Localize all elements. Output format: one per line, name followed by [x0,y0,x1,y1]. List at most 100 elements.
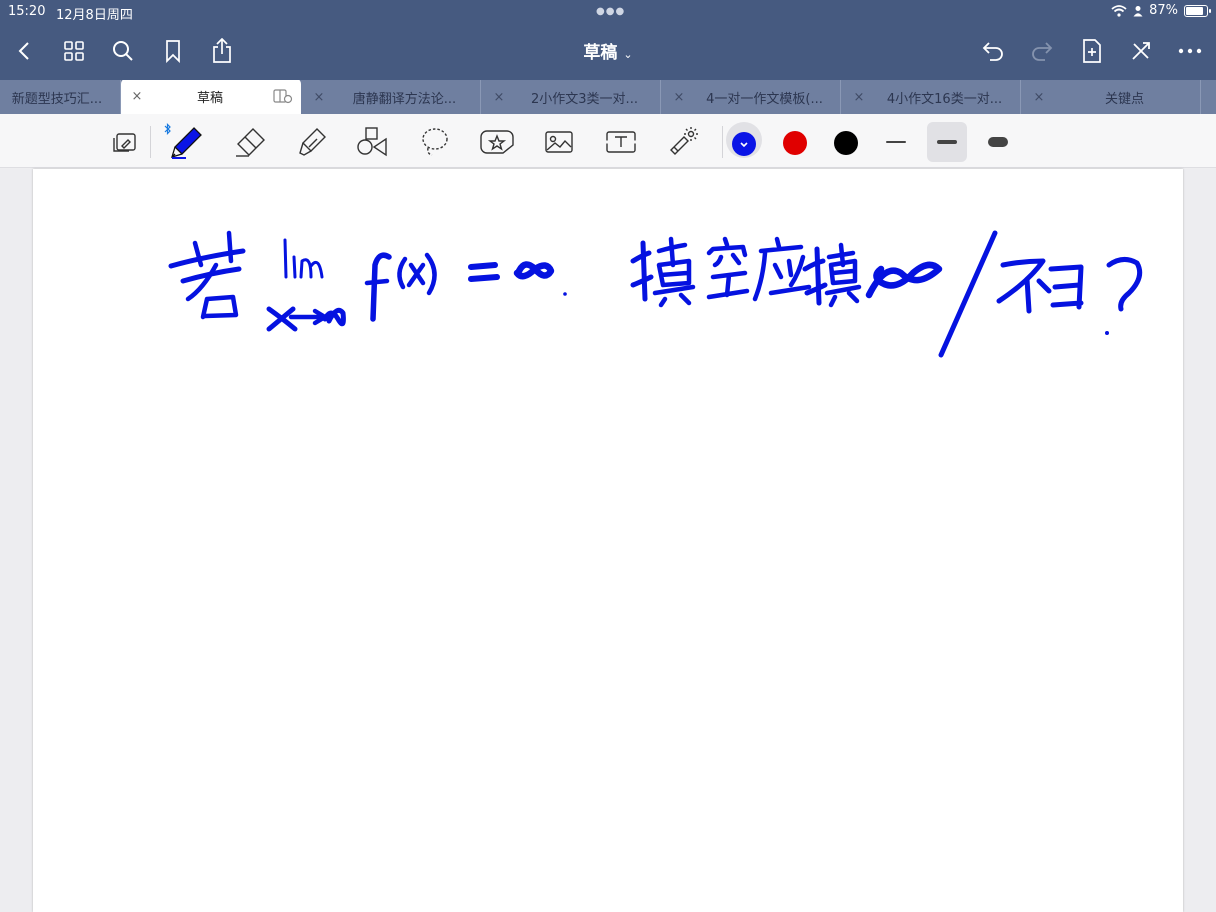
ink-stroke-tian [630,240,654,302]
laser-pointer-tool[interactable] [665,124,701,160]
ink-stroke-fx [364,278,390,286]
stroke-width-thin[interactable] [876,122,916,162]
tab-label: 草稿 [196,90,223,106]
add-page-icon [1083,39,1101,63]
highlighter-icon [299,128,326,156]
chevron-down-icon: ⌄ [623,48,633,61]
ink-stroke-ruo [200,294,239,320]
ink-stroke-question-dot [1105,331,1109,335]
tab-label: 2小作文3类一对... [531,91,638,107]
tab-bar: 新题型技巧汇... × 草稿 × 唐静翻译方法论... × 2小作文3类一对..… [0,80,1216,114]
sticker-tool[interactable] [479,124,515,160]
ink-stroke-tian2 [802,246,828,306]
tab-5[interactable]: × 4小作文16类一对... [841,80,1021,114]
ink-stroke-infinity2 [865,261,943,299]
status-bar: 15:20 12月8日周四 ●●● 87% [0,0,1216,24]
more-button[interactable] [1173,34,1207,68]
ink-stroke-kong [706,236,750,300]
ink-stroke-ying [752,236,812,302]
status-time: 15:20 [8,4,46,19]
ink-stroke-slash [938,230,998,358]
tab-4[interactable]: × 4一对一作文模板(... [661,80,841,114]
more-icon [1178,48,1202,54]
ink-stroke-fx [424,252,437,296]
tab-2[interactable]: × 唐静翻译方法论... [301,80,481,114]
ink-stroke-lim [283,238,288,279]
document-title-text: 草稿 [583,43,618,63]
undo-icon [982,42,1003,61]
hide-toolbar-button[interactable] [1124,34,1158,68]
status-right: 87% [1111,3,1211,18]
ink-stroke-cun [1048,264,1084,310]
multitask-dots[interactable]: ●●● [596,6,625,17]
tab-label: 关键点 [1104,91,1144,107]
ink-stroke-subscript [322,307,346,327]
battery-percent: 87% [1149,3,1178,18]
tab-label: 4一对一作文模板(... [706,91,823,107]
image-tool[interactable] [541,124,577,160]
ink-stroke-lim [292,255,297,279]
drawing-toolbar [0,114,1216,168]
color-swatch-red[interactable] [783,131,807,155]
text-tool[interactable] [603,124,639,160]
close-icon[interactable]: × [1029,90,1049,105]
ink-stroke-bu [996,258,1052,314]
ink-stroke-tian [656,236,692,288]
color-swatch-blue[interactable] [732,132,756,156]
close-icon[interactable]: × [127,89,147,104]
pen-tool[interactable] [169,124,205,160]
tab-0[interactable]: 新题型技巧汇... [0,80,121,114]
battery-icon [1184,4,1211,17]
tab-label: 新题型技巧汇... [11,91,103,107]
stroke-width-thick[interactable] [978,122,1018,162]
ink-stroke-tian2 [824,242,862,308]
note-page[interactable] [33,169,1183,912]
add-page-button[interactable] [1075,34,1109,68]
laser-pointer-icon [670,127,698,155]
close-icon[interactable]: × [489,90,509,105]
lasso-tool[interactable] [417,124,453,160]
toolbar-divider [722,126,723,158]
ink-stroke-equals [468,262,500,282]
highlighter-tool[interactable] [294,124,330,160]
sticker-icon [480,130,514,154]
tab-label: 唐静翻译方法论... [352,91,457,107]
battery-fill [1186,6,1203,15]
person-icon [1133,5,1143,16]
ink-stroke-question [1106,257,1143,312]
tab-6[interactable]: × 关键点 [1021,80,1201,114]
redo-button[interactable] [1025,34,1059,68]
ink-stroke-ruo [185,262,219,302]
close-icon[interactable]: × [849,90,869,105]
ink-stroke-fx [397,256,408,290]
eraser-icon [236,128,265,157]
close-icon[interactable]: × [669,90,689,105]
undo-button[interactable] [976,34,1010,68]
ink-stroke-period [563,292,567,296]
eraser-tool[interactable] [232,124,268,160]
tab-3[interactable]: × 2小作文3类一对... [481,80,661,114]
pen-icon [171,127,202,159]
text-box-icon [605,131,637,153]
wifi-icon [1111,4,1127,17]
ink-stroke-tian [652,284,696,308]
tab-label: 4小作文16类一对... [886,91,1003,107]
read-only-mode-icon [113,133,136,152]
shapes-tool[interactable] [355,124,391,160]
shapes-icon [357,127,387,157]
tab-1-active[interactable]: × 草稿 [121,80,301,114]
color-swatch-black[interactable] [834,131,858,155]
ink-stroke-lim [299,258,324,279]
chevron-down-icon [740,142,748,148]
ink-stroke-fx [406,262,426,288]
split-view-icon[interactable] [273,88,293,104]
canvas-area [0,169,1216,912]
ink-stroke-subscript [288,308,328,326]
status-date: 12月8日周四 [56,8,133,23]
toolbar-divider [150,126,151,158]
close-icon[interactable]: × [309,90,329,105]
ink-stroke-infinity [513,261,555,280]
read-only-mode-button[interactable] [107,124,143,160]
ink-stroke-ruo [226,230,234,264]
stroke-width-medium[interactable] [927,122,967,162]
